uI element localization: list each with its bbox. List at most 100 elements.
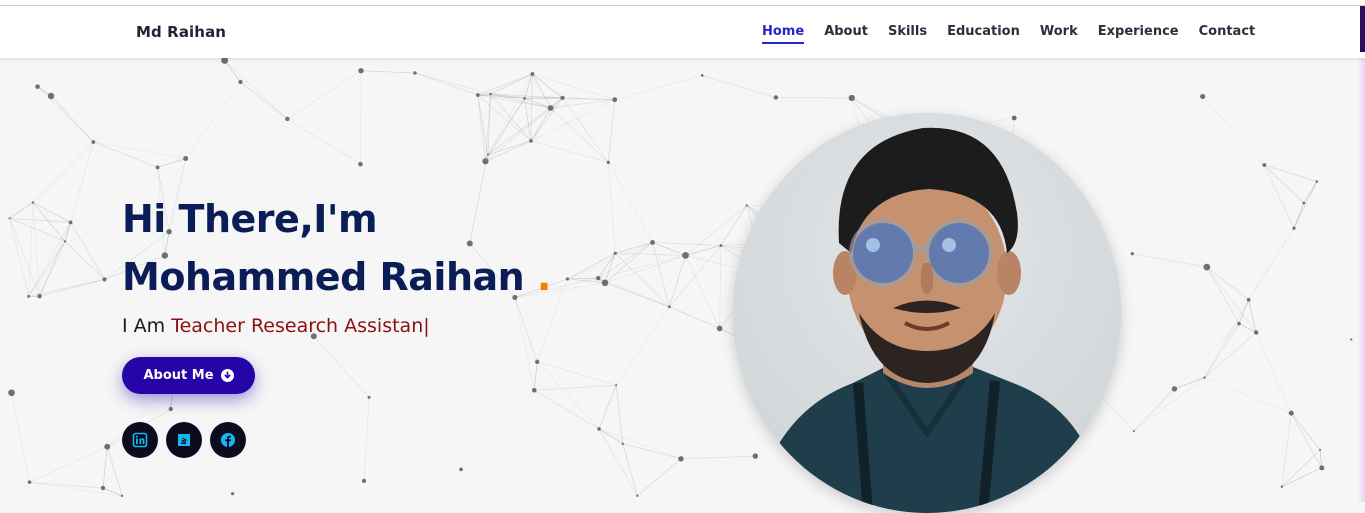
arrow-circle-down-icon [221,369,234,382]
nav-contact[interactable]: Contact [1199,24,1256,44]
network-node [607,161,610,164]
network-line [1282,468,1322,487]
network-node [622,443,624,445]
network-line [567,242,652,279]
hero-greeting: Hi There,I'm [122,197,377,241]
network-node [774,95,778,99]
network-node [1319,465,1324,470]
profile-photo [733,113,1121,513]
network-line [29,447,107,482]
scrollbar-thumb[interactable] [1360,6,1365,52]
network-line [653,242,670,306]
network-line [616,307,669,385]
network-node [1254,330,1258,334]
nav-home[interactable]: Home [762,24,804,44]
hero-subtitle: I Am Teacher Research Assistan| [122,315,430,337]
network-line [702,75,776,97]
network-line [33,142,93,202]
network-node [1302,202,1305,205]
network-node [717,326,723,332]
network-line [616,385,623,444]
network-node [560,96,564,100]
network-node [1289,411,1294,416]
network-line [225,60,241,82]
network-line [29,202,33,296]
network-line [1205,300,1249,378]
nav-work[interactable]: Work [1040,24,1078,44]
network-node [1281,486,1283,488]
nav-skills[interactable]: Skills [888,24,927,44]
network-node [91,140,95,144]
network-line [29,279,105,296]
network-line [532,74,614,100]
network-line [653,242,686,255]
network-line [653,242,721,245]
nav-about[interactable]: About [824,24,868,44]
network-node [532,388,537,393]
network-line [1207,267,1239,324]
network-node [753,453,758,458]
hero-name: Mohammed Raihan [122,255,524,299]
network-node [37,294,41,298]
network-line [1294,181,1317,228]
network-line [598,278,669,307]
network-line [623,444,681,459]
about-me-button[interactable]: About Me [122,357,255,394]
network-node [69,220,73,224]
network-node [668,305,671,308]
network-line [608,162,652,242]
network-node [9,217,11,219]
network-node [27,295,30,298]
network-line [1205,332,1257,377]
network-line [686,245,721,255]
network-node [121,495,123,497]
network-node [1200,94,1205,99]
network-node [535,360,539,364]
stackoverflow-link[interactable] [166,422,202,458]
nav-menu: Home About Skills Education Work Experie… [762,24,1255,44]
network-line [537,362,616,385]
network-line [1264,165,1294,228]
intro-prefix: I Am [122,315,165,337]
network-line [29,482,103,488]
network-node [28,480,32,484]
network-line [415,73,478,95]
nav-experience[interactable]: Experience [1098,24,1179,44]
network-node [8,389,15,396]
network-node [615,384,617,386]
network-line [534,390,599,429]
network-node [720,244,723,247]
network-node [459,468,463,472]
network-node [597,427,601,431]
network-line [478,74,533,95]
network-line [1174,378,1204,389]
network-line [415,73,491,94]
network-node [650,240,655,245]
network-line [33,202,71,222]
linkedin-icon [132,432,148,448]
network-node [476,93,480,97]
linkedin-link[interactable] [122,422,158,458]
network-line [491,74,533,94]
network-node [183,156,188,161]
nav-education[interactable]: Education [947,24,1020,44]
network-node [156,165,160,169]
facebook-link[interactable] [210,422,246,458]
network-line [1282,450,1320,487]
brand-logo[interactable]: Md Raihan [136,23,226,41]
network-node [596,276,600,280]
network-node [1133,430,1135,432]
network-line [51,96,93,142]
network-node [368,396,371,399]
network-line [599,429,681,459]
network-line [478,95,531,141]
network-line [608,100,614,163]
facebook-icon [220,432,236,448]
network-line [598,242,652,278]
network-line [623,444,638,496]
network-line [93,142,185,159]
social-links [122,422,246,458]
network-line [485,108,550,161]
network-node [1172,386,1177,391]
network-line [537,362,599,429]
